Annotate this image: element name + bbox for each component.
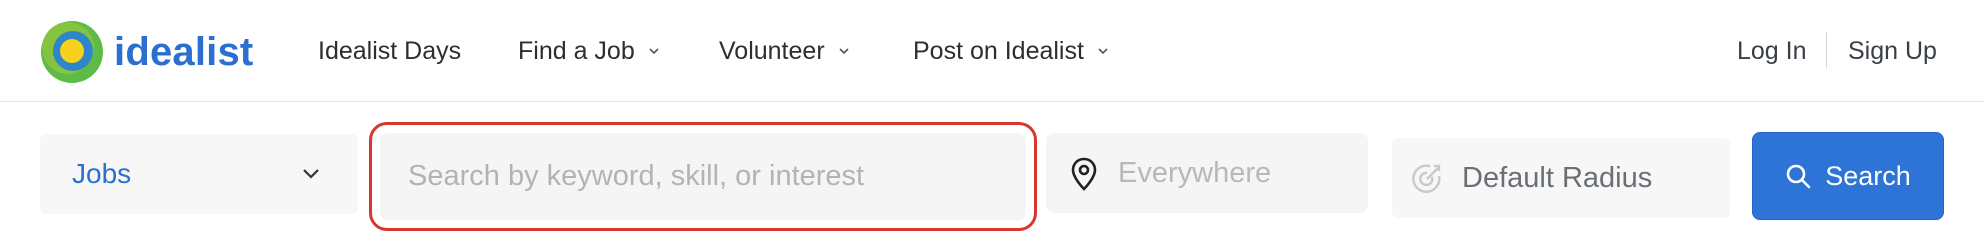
keyword-search-input[interactable]	[380, 133, 1026, 220]
search-icon	[1786, 164, 1811, 189]
chevron-down-icon	[839, 48, 849, 55]
nav-item-label: Post on Idealist	[913, 36, 1084, 65]
auth-divider	[1826, 32, 1827, 68]
brand-logo-link[interactable]: idealist	[38, 18, 253, 86]
chevron-down-icon	[1098, 48, 1108, 55]
top-navigation-bar: idealist Idealist Days Find a Job Volunt…	[0, 0, 1984, 102]
nav-item-find-a-job[interactable]: Find a Job	[518, 0, 661, 102]
nav-item-label: Find a Job	[518, 36, 635, 65]
listing-type-select[interactable]: Jobs	[40, 134, 358, 214]
search-button[interactable]: Search	[1752, 132, 1944, 220]
brand-name: idealist	[114, 29, 254, 74]
nav-item-post-on-idealist[interactable]: Post on Idealist	[913, 0, 1110, 102]
chevron-down-icon	[649, 48, 659, 55]
nav-item-volunteer[interactable]: Volunteer	[719, 0, 851, 102]
nav-item-idealist-days[interactable]: Idealist Days	[318, 0, 461, 102]
radius-target-icon	[1412, 164, 1441, 193]
chevron-down-icon	[303, 169, 319, 179]
nav-item-label: Idealist Days	[318, 36, 462, 65]
listing-type-value: Jobs	[72, 158, 132, 189]
idealist-logo-icon	[41, 21, 103, 83]
signup-label: Sign Up	[1848, 36, 1937, 65]
login-label: Log In	[1737, 36, 1807, 65]
location-field[interactable]	[1046, 133, 1368, 213]
signup-link[interactable]: Sign Up	[1848, 0, 1937, 102]
keyword-highlight-frame	[369, 122, 1037, 231]
location-input[interactable]	[1118, 133, 1358, 213]
map-pin-icon	[1071, 157, 1097, 191]
search-button-label: Search	[1825, 160, 1911, 191]
radius-label: Default Radius	[1462, 162, 1653, 194]
nav-item-label: Volunteer	[719, 36, 825, 65]
radius-select[interactable]: Default Radius	[1392, 138, 1730, 218]
login-link[interactable]: Log In	[1737, 0, 1807, 102]
